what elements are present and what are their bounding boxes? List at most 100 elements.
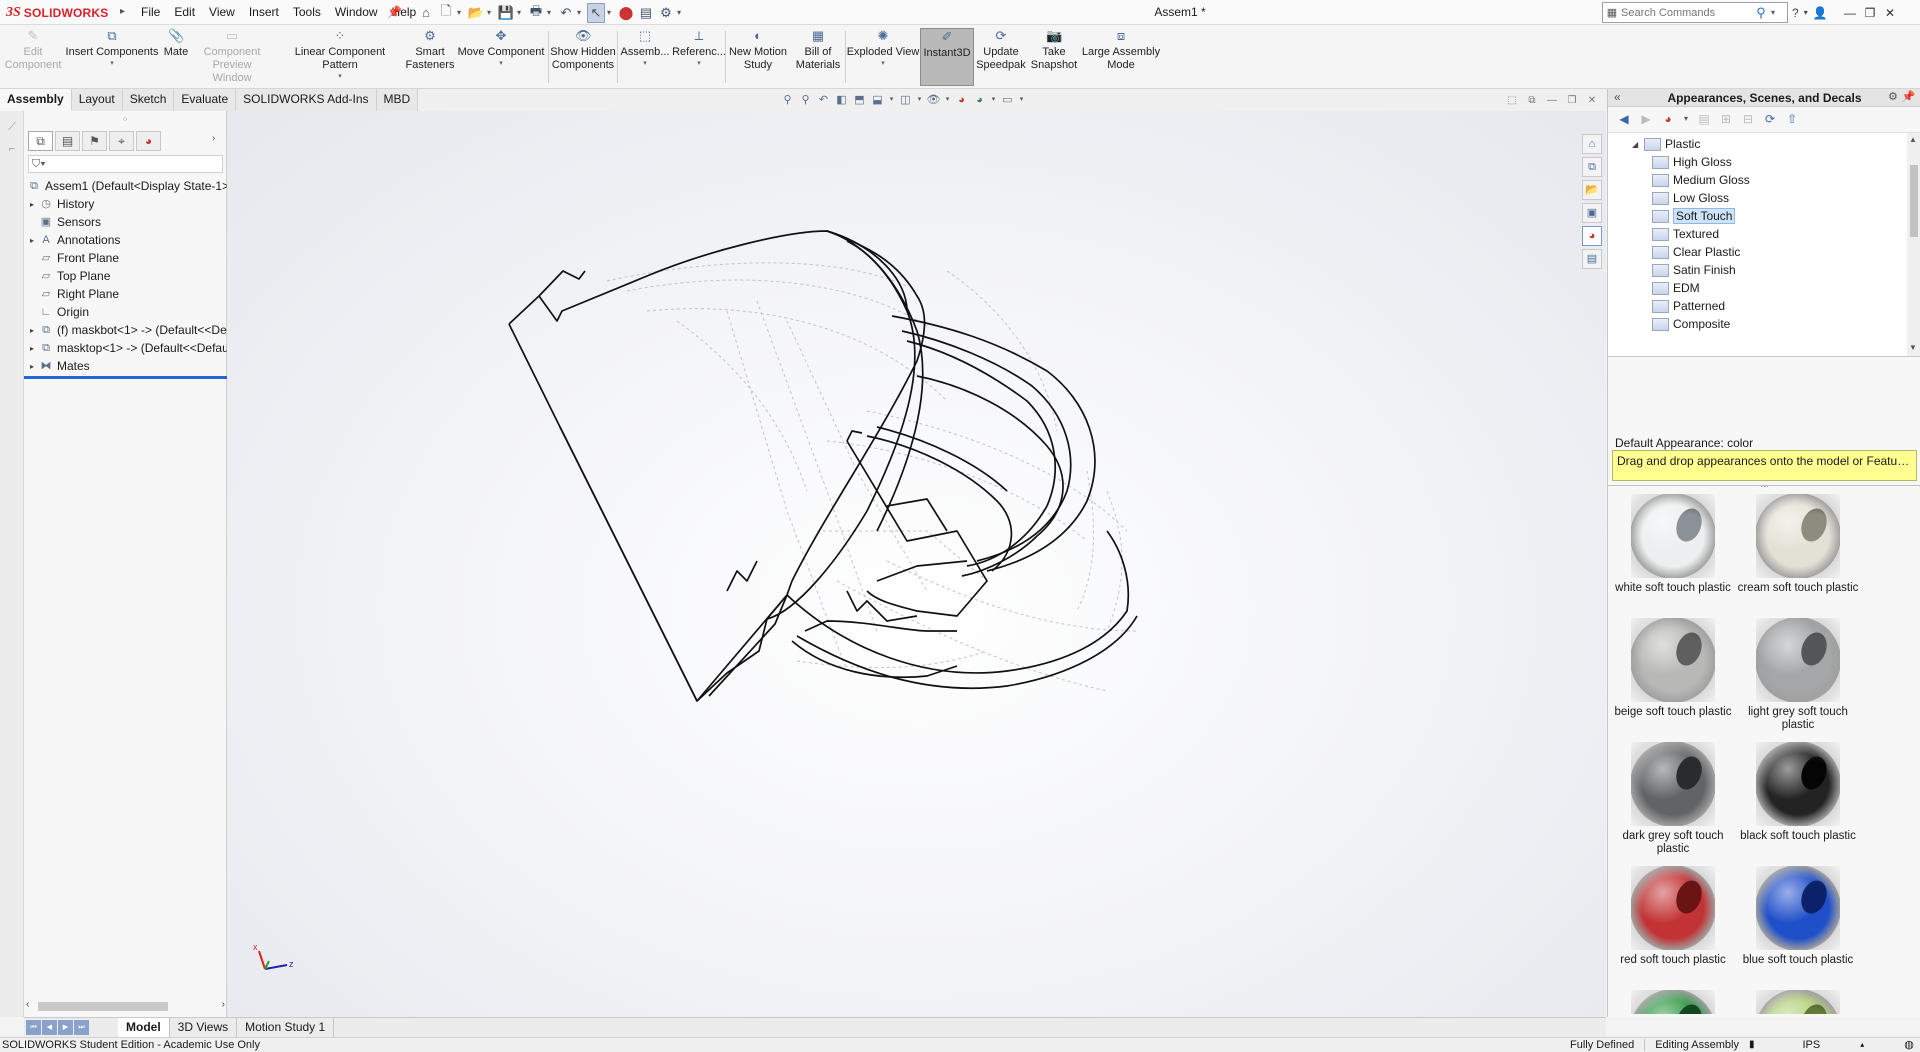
print-dropdown-icon[interactable]: ▾	[547, 3, 555, 23]
units-selector[interactable]: IPS	[1802, 1038, 1820, 1052]
undo-dropdown-icon[interactable]: ▾	[577, 3, 585, 23]
linear-component-pattern-button[interactable]: ⁘ Linear Component Pattern ▾	[276, 28, 404, 86]
tab-model[interactable]: Model	[118, 1018, 170, 1038]
exploded-view-dropdown-icon[interactable]: ▾	[881, 60, 885, 68]
insert-components-dropdown-icon[interactable]: ▾	[110, 60, 114, 68]
pane-options-gear-icon[interactable]: ⚙	[1888, 90, 1898, 103]
edit-component-button[interactable]: ✎ Edit Component	[5, 28, 62, 86]
hide-show-items-icon[interactable]: 👁	[926, 92, 941, 108]
select-pointer-icon[interactable]: ↖	[587, 2, 605, 23]
tree-folder-satin-finish[interactable]: Satin Finish	[1652, 261, 1736, 279]
tree-item-f-maskbot-1-default-de[interactable]: ▸ ⧉ (f) maskbot<1> -> (Default<<De	[24, 321, 227, 339]
collapse-arrow-icon[interactable]: ◢	[1632, 140, 1642, 149]
panel-grip-icon[interactable]: ⁘	[120, 115, 130, 124]
zoom-to-fit-icon[interactable]: ⚲	[780, 92, 795, 108]
viewport-restore-icon[interactable]: ❐	[1566, 95, 1578, 106]
menu-edit[interactable]: Edit	[167, 0, 202, 25]
tab-motion-study[interactable]: Motion Study 1	[237, 1018, 335, 1038]
menu-insert[interactable]: Insert	[242, 0, 286, 25]
apply-scene-icon[interactable]: ◕	[972, 92, 987, 108]
previous-tab-icon[interactable]: ◀	[42, 1020, 57, 1035]
user-account-icon[interactable]: 👤	[1813, 6, 1828, 20]
new-document-icon[interactable]: 🗋	[437, 3, 455, 23]
tree-folder-patterned[interactable]: Patterned	[1652, 297, 1725, 315]
bill-of-materials-button[interactable]: ▦ Bill of Materials	[792, 28, 844, 86]
menu-window[interactable]: Window	[328, 0, 385, 25]
scroll-thumb[interactable]	[38, 1002, 168, 1011]
assembly-features-button[interactable]: ⬚ Assemb... ▾	[620, 28, 670, 86]
rebuild-status-icon[interactable]: ▮	[1749, 1038, 1755, 1052]
tree-item-mates[interactable]: ▸ ⧓ Mates	[24, 357, 227, 375]
appearance-swatch[interactable]: beige soft touch plastic	[1611, 618, 1735, 719]
file-properties-icon[interactable]: ▤	[637, 3, 655, 23]
smart-fasteners-button[interactable]: ⚙ Smart Fasteners	[404, 28, 456, 86]
tree-folder-plastic[interactable]: ◢ Plastic	[1632, 135, 1700, 153]
tree-item-right-plane[interactable]: ▱ Right Plane	[24, 285, 227, 303]
close-icon[interactable]: ✕	[1880, 0, 1900, 25]
open-dropdown-icon[interactable]: ▾	[487, 3, 495, 23]
expand-arrow-icon[interactable]: ▸	[26, 362, 38, 371]
tab-property-manager[interactable]: ▤	[55, 131, 80, 151]
last-tab-icon[interactable]: ⏭	[74, 1020, 89, 1035]
viewport-minimize-icon[interactable]: —	[1546, 95, 1558, 106]
graphics-area[interactable]: x z	[227, 111, 1606, 1017]
reference-geometry-dropdown-icon[interactable]: ▾	[697, 60, 701, 68]
expand-arrow-icon[interactable]: ▸	[26, 344, 38, 353]
solidworks-resources-home-icon[interactable]: ⌂	[1582, 134, 1602, 154]
edit-appearance-icon[interactable]: ◕	[954, 92, 969, 108]
print-icon[interactable]: 🖶	[527, 3, 545, 23]
mate-button[interactable]: 📎 Mate	[160, 28, 192, 86]
tree-item-origin[interactable]: ∟ Origin	[24, 303, 227, 321]
save-dropdown-icon[interactable]: ▾	[517, 3, 525, 23]
save-icon[interactable]: 💾	[497, 3, 515, 23]
new-dropdown-icon[interactable]: ▾	[457, 3, 465, 23]
new-motion-study-button[interactable]: ◐ New Motion Study	[727, 28, 789, 86]
tree-folder-textured[interactable]: Textured	[1652, 225, 1719, 243]
first-tab-icon[interactable]: ⏮	[26, 1020, 41, 1035]
exploded-view-button[interactable]: ✺ Exploded View ▾	[846, 28, 920, 86]
undo-icon[interactable]: ↶	[557, 3, 575, 23]
assembly-model-view[interactable]	[227, 111, 1606, 1017]
view-palette-icon[interactable]: ▣	[1582, 203, 1602, 223]
appearances-scenes-icon[interactable]: ◕	[1582, 226, 1602, 246]
expand-arrow-icon[interactable]: ▸	[26, 326, 38, 335]
help-question-icon[interactable]: ?	[1792, 6, 1799, 20]
tree-folder-high-gloss[interactable]: High Gloss	[1652, 153, 1732, 171]
expand-arrow-icon[interactable]: ▸	[26, 236, 38, 245]
appearance-dropdown-icon[interactable]: ▾	[1682, 111, 1690, 127]
pin-menu-icon[interactable]: 📌	[387, 5, 402, 19]
pane-pin-icon[interactable]: 📌	[1902, 90, 1916, 103]
tree-folder-medium-gloss[interactable]: Medium Gloss	[1652, 171, 1750, 189]
view-settings-dropdown-icon[interactable]: ▾	[1018, 92, 1025, 108]
file-explorer-icon[interactable]: 📂	[1582, 180, 1602, 200]
custom-properties-icon[interactable]: ▤	[1582, 249, 1602, 269]
tree-folder-clear-plastic[interactable]: Clear Plastic	[1652, 243, 1740, 261]
appearance-swatch[interactable]: yellow soft touch plastic	[1736, 990, 1860, 1014]
new-folder-icon[interactable]: ⊞	[1718, 111, 1734, 127]
help-tooltip-icon[interactable]: ◍	[1904, 1038, 1914, 1052]
assembly-features-dropdown-icon[interactable]: ▾	[643, 60, 647, 68]
viewport-tile-icon[interactable]: ⧉	[1526, 95, 1538, 106]
appearance-swatch[interactable]: dark grey soft touch plastic	[1611, 742, 1735, 856]
zoom-to-area-icon[interactable]: ⚲	[798, 92, 813, 108]
move-component-dropdown-icon[interactable]: ▾	[499, 60, 503, 68]
tab-dimxpert-manager[interactable]: ⌖	[109, 131, 134, 151]
add-folder-icon[interactable]: ▤	[1696, 111, 1712, 127]
tree-folder-low-gloss[interactable]: Low Gloss	[1652, 189, 1729, 207]
expand-arrow-icon[interactable]: ▸	[26, 200, 38, 209]
restore-icon[interactable]: ❐	[1860, 0, 1880, 25]
collapse-pane-chevron-icon[interactable]: «	[1614, 90, 1621, 104]
units-dropdown-icon[interactable]: ▴	[1860, 1038, 1864, 1052]
update-speedpak-button[interactable]: ⟳ Update Speedpak	[976, 28, 1026, 86]
tree-item-masktop-1-default-defau[interactable]: ▸ ⧉ masktop<1> -> (Default<<Defau	[24, 339, 227, 357]
help-dropdown-icon[interactable]: ▾	[1804, 8, 1808, 17]
select-dropdown-icon[interactable]: ▾	[607, 3, 615, 23]
view-settings-icon[interactable]: ▭	[1000, 92, 1015, 108]
vertical-scrollbar[interactable]: ▲ ▼	[1907, 133, 1920, 356]
previous-view-icon[interactable]: ↶	[816, 92, 831, 108]
scroll-up-icon[interactable]: ▲	[1909, 135, 1917, 144]
forward-arrow-icon[interactable]: ▶	[1638, 111, 1654, 127]
appearance-swatch[interactable]: blue soft touch plastic	[1736, 866, 1860, 967]
tab-layout[interactable]: Layout	[71, 89, 123, 111]
tab-configuration-manager[interactable]: ⚑	[82, 131, 107, 151]
